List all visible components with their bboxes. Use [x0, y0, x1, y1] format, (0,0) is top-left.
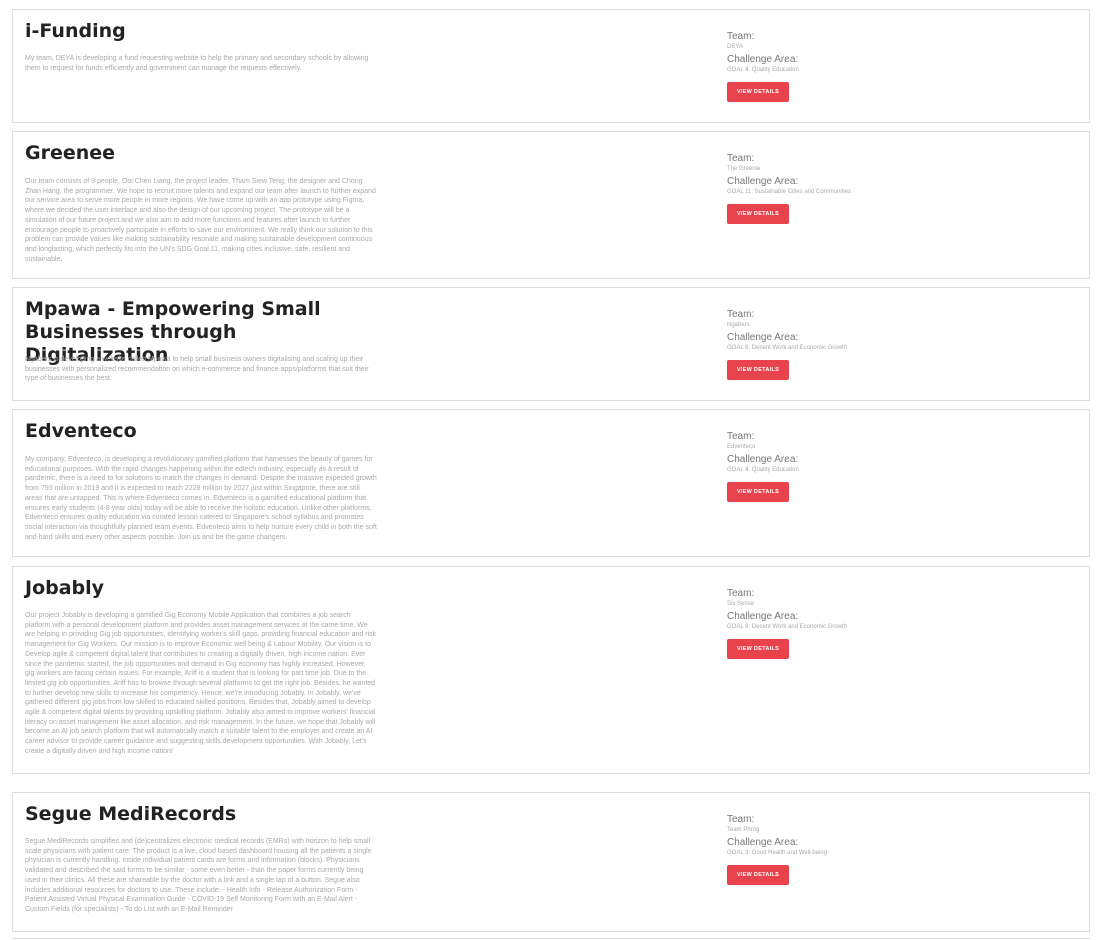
challenge-area: GOAL 11: Sustainable Cities and Communit…: [727, 189, 852, 195]
challenge-label: Challenge Area:: [727, 54, 799, 65]
team-name: Team Phrog: [727, 827, 760, 833]
challenge-area: GOAL 4: Quality Education: [727, 67, 799, 73]
challenge-label: Challenge Area:: [727, 611, 799, 622]
team-name: DEYA: [727, 44, 743, 50]
challenge-label: Challenge Area:: [727, 454, 799, 465]
project-meta: Team: Six Sense Challenge Area: GOAL 8: …: [727, 587, 1027, 659]
project-title: Segue MediRecords: [25, 803, 237, 825]
challenge-label: Challenge Area:: [727, 837, 799, 848]
project-description: Our team consists of 3 people, Ooi Chen …: [25, 178, 376, 263]
project-title: Greenee: [25, 142, 116, 164]
challenge-area: GOAL 4: Quality Education: [727, 467, 799, 473]
team-label: Team:: [727, 588, 755, 599]
view-details-button[interactable]: VIEW DETAILS: [727, 482, 789, 502]
team-name: Edventeco: [727, 444, 756, 450]
view-details-button[interactable]: VIEW DETAILS: [727, 204, 789, 224]
project-meta: Team: Ngabers Challenge Area: GOAL 8: De…: [727, 308, 1027, 380]
view-details-button[interactable]: VIEW DETAILS: [727, 865, 789, 885]
team-label: Team:: [727, 31, 755, 42]
team-name: Six Sense: [727, 601, 755, 607]
project-card: Edventeco My company, Edventeco, is deve…: [12, 409, 1090, 557]
project-card: Segue MediRecords Segue MediRecords simp…: [12, 792, 1090, 932]
project-description: My team, DEYA is developing a fund reque…: [25, 55, 369, 72]
team-label: Team:: [727, 153, 755, 164]
project-description: Ngabers is developing a website called M…: [25, 356, 369, 383]
team-name: The Greenie: [727, 166, 761, 172]
project-card: Mpawa - Empowering Small Businesses thro…: [12, 287, 1090, 401]
project-meta: Team: The Greenie Challenge Area: GOAL 1…: [727, 152, 1027, 224]
project-description: My company, Edventeco, is developing a r…: [25, 456, 377, 541]
challenge-area: GOAL 8: Decent Work and Economic Growth: [727, 345, 848, 351]
team-label: Team:: [727, 814, 755, 825]
team-label: Team:: [727, 309, 755, 320]
project-meta: Team: DEYA Challenge Area: GOAL 4: Quali…: [727, 30, 1027, 102]
view-details-button[interactable]: VIEW DETAILS: [727, 639, 789, 659]
project-description: Our project Jobably is developing a gami…: [25, 612, 377, 755]
challenge-area: GOAL 3: Good Health and Well-being: [727, 850, 828, 856]
view-details-button[interactable]: VIEW DETAILS: [727, 82, 789, 102]
project-title: Edventeco: [25, 420, 137, 442]
challenge-label: Challenge Area:: [727, 332, 799, 343]
challenge-area: GOAL 8: Decent Work and Economic Growth: [727, 624, 848, 630]
project-title: Jobably: [25, 577, 105, 599]
project-description: Segue MediRecords simplifies and (de)cen…: [25, 838, 372, 913]
project-card: Greenee Our team consists of 3 people, O…: [12, 131, 1090, 279]
view-details-button[interactable]: VIEW DETAILS: [727, 360, 789, 380]
project-card: Jobably Our project Jobably is developin…: [12, 566, 1090, 774]
project-meta: Team: Edventeco Challenge Area: GOAL 4: …: [727, 430, 1027, 502]
challenge-label: Challenge Area:: [727, 176, 799, 187]
project-meta: Team: Team Phrog Challenge Area: GOAL 3:…: [727, 813, 1027, 885]
project-card: i-Funding My team, DEYA is developing a …: [12, 9, 1090, 123]
divider: [12, 938, 1090, 939]
team-name: Ngabers: [727, 322, 750, 328]
team-label: Team:: [727, 431, 755, 442]
project-title: i-Funding: [25, 20, 126, 42]
